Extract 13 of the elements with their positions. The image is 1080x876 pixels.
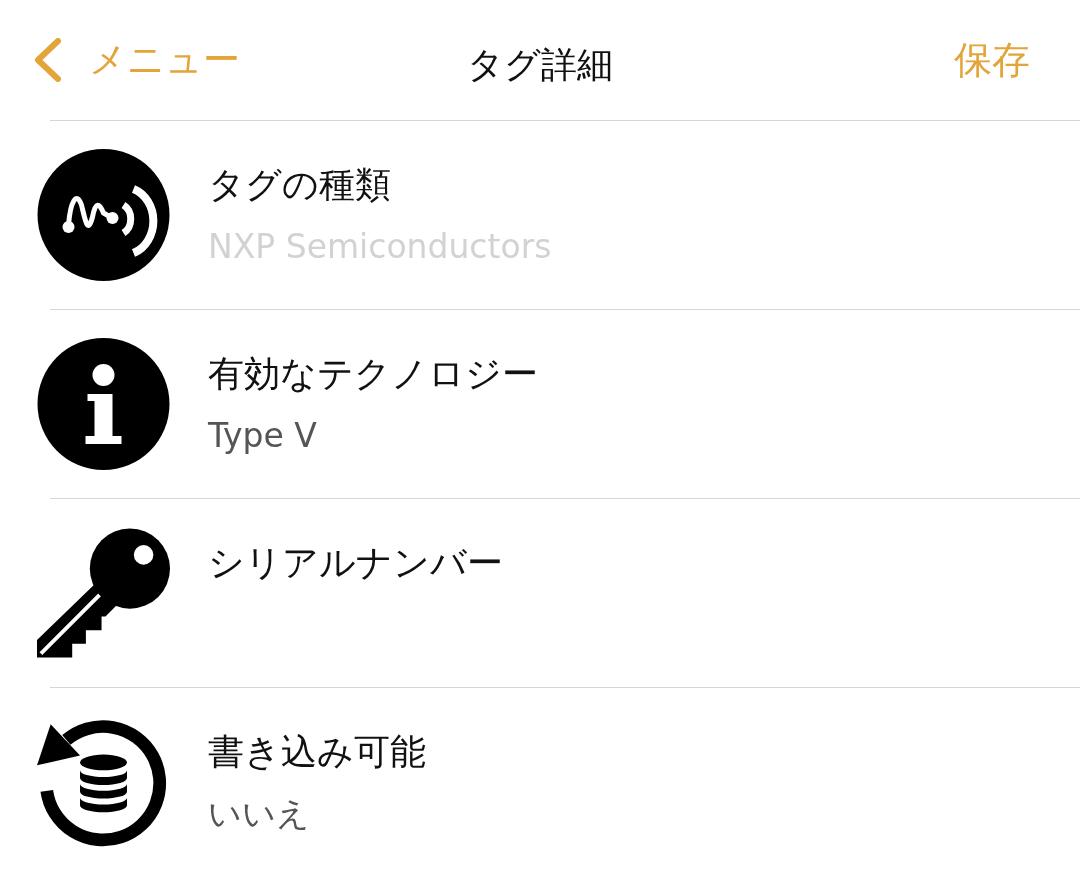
back-button[interactable]: メニュー [33,35,240,85]
screen-title: タグ詳細 [467,43,613,87]
field-value: Type V [208,415,318,457]
field-label: タグの種類 [208,163,392,207]
field-label: シリアルナンバー [208,541,503,585]
field-label: 有効なテクノロジー [208,352,538,396]
field-label: 書き込み可能 [208,730,426,774]
save-button[interactable]: 保存 [954,34,1030,86]
field-value: いいえ [208,793,311,835]
signal-wave-icon [37,149,170,281]
info-icon [37,338,170,470]
chevron-left-icon [33,38,63,82]
key-icon [37,527,170,659]
